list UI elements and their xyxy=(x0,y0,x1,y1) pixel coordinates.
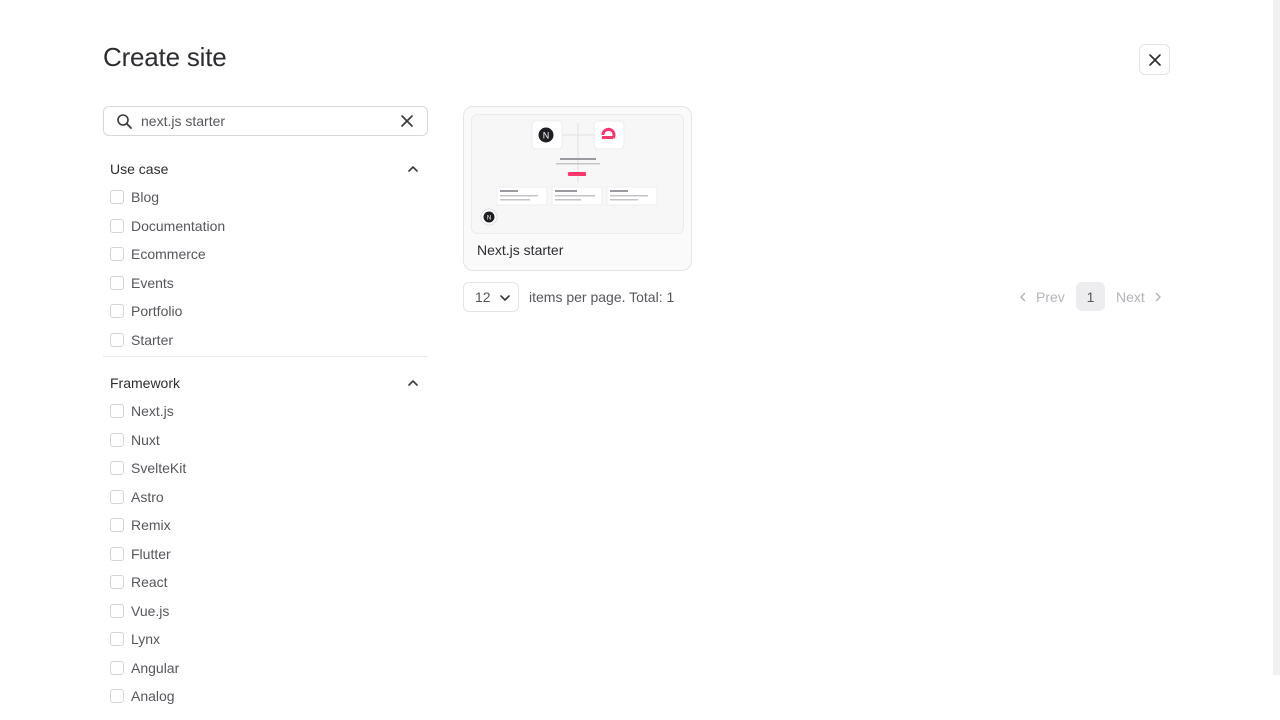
framework-option-remix[interactable]: Remix xyxy=(103,511,428,540)
option-label: SvelteKit xyxy=(131,460,187,477)
scrollbar[interactable] xyxy=(1273,0,1280,675)
framework-option-react[interactable]: React xyxy=(103,568,428,597)
checkbox[interactable] xyxy=(110,332,124,347)
search-input[interactable] xyxy=(141,107,391,135)
option-label: Portfolio xyxy=(131,303,183,320)
option-label: Events xyxy=(131,274,174,291)
checkbox[interactable] xyxy=(110,218,124,233)
template-preview-image: N N xyxy=(472,115,683,233)
prev-label: Prev xyxy=(1036,289,1065,305)
search-box xyxy=(103,106,428,136)
use-case-option-events[interactable]: Events xyxy=(103,269,428,298)
checkbox[interactable] xyxy=(110,461,124,476)
chevron-down-icon xyxy=(500,295,510,301)
option-label: Starter xyxy=(131,331,174,348)
template-thumbnail: N N xyxy=(471,114,684,234)
framework-option-sveltekit[interactable]: SvelteKit xyxy=(103,454,428,483)
checkbox[interactable] xyxy=(110,603,124,618)
checkbox[interactable] xyxy=(110,632,124,647)
prev-page-button[interactable]: Prev xyxy=(1018,282,1065,312)
per-page-summary: items per page. Total: 1 xyxy=(529,289,675,305)
option-label: React xyxy=(131,574,168,591)
next-page-button[interactable]: Next xyxy=(1116,282,1163,312)
framework-option-nuxt[interactable]: Nuxt xyxy=(103,426,428,455)
framework-option-angular[interactable]: Angular xyxy=(103,654,428,683)
option-label: Astro xyxy=(131,488,164,505)
checkbox[interactable] xyxy=(110,546,124,561)
framework-option-analog[interactable]: Analog xyxy=(103,682,428,711)
checkbox[interactable] xyxy=(110,432,124,447)
close-icon xyxy=(1148,53,1161,66)
checkbox[interactable] xyxy=(110,404,124,419)
page-number-button[interactable]: 1 xyxy=(1076,282,1105,311)
checkbox[interactable] xyxy=(110,660,124,675)
framework-title: Framework xyxy=(110,375,181,391)
chevron-right-icon xyxy=(1155,292,1161,302)
option-label: Analog xyxy=(131,688,175,705)
framework-option-flutter[interactable]: Flutter xyxy=(103,540,428,569)
use-case-option-portfolio[interactable]: Portfolio xyxy=(103,297,428,326)
chevron-left-icon xyxy=(1020,292,1026,302)
framework-option-astro[interactable]: Astro xyxy=(103,483,428,512)
checkbox[interactable] xyxy=(110,247,124,262)
chevron-up-icon xyxy=(408,166,418,172)
framework-option-lynx[interactable]: Lynx xyxy=(103,625,428,654)
use-case-option-documentation[interactable]: Documentation xyxy=(103,212,428,241)
checkbox[interactable] xyxy=(110,275,124,290)
framework-filter: Framework Next.js Nuxt SvelteKit Astro R… xyxy=(103,369,428,711)
use-case-option-blog[interactable]: Blog xyxy=(103,183,428,212)
checkbox[interactable] xyxy=(110,689,124,704)
framework-option-nextjs[interactable]: Next.js xyxy=(103,397,428,426)
checkbox[interactable] xyxy=(110,575,124,590)
use-case-option-ecommerce[interactable]: Ecommerce xyxy=(103,240,428,269)
option-label: Blog xyxy=(131,189,160,206)
use-case-title: Use case xyxy=(110,161,169,177)
close-button[interactable] xyxy=(1139,44,1170,75)
option-label: Vue.js xyxy=(131,602,170,619)
section-divider xyxy=(103,356,428,357)
option-label: Lynx xyxy=(131,631,161,648)
use-case-filter: Use case Blog Documentation Ecommerce Ev… xyxy=(103,155,428,357)
framework-option-vuejs[interactable]: Vue.js xyxy=(103,597,428,626)
option-label: Angular xyxy=(131,659,180,676)
option-label: Remix xyxy=(131,517,171,534)
use-case-option-starter[interactable]: Starter xyxy=(103,326,428,355)
option-label: Next.js xyxy=(131,403,174,420)
template-card[interactable]: N N Next.js starter xyxy=(463,106,692,271)
option-label: Documentation xyxy=(131,217,226,234)
svg-text:N: N xyxy=(487,216,491,222)
next-label: Next xyxy=(1116,289,1145,305)
option-label: Flutter xyxy=(131,545,171,562)
search-icon xyxy=(117,114,132,129)
option-label: Ecommerce xyxy=(131,246,206,263)
clear-search-icon[interactable] xyxy=(399,113,415,129)
template-card-title: Next.js starter xyxy=(477,242,564,258)
checkbox[interactable] xyxy=(110,304,124,319)
page-title: Create site xyxy=(103,42,227,72)
checkbox[interactable] xyxy=(110,518,124,533)
option-label: Nuxt xyxy=(131,431,160,448)
svg-text:N: N xyxy=(543,131,550,141)
per-page-value: 12 xyxy=(475,289,491,305)
checkbox[interactable] xyxy=(110,190,124,205)
per-page-select[interactable]: 12 xyxy=(463,282,519,312)
use-case-header[interactable]: Use case xyxy=(103,155,428,183)
framework-header[interactable]: Framework xyxy=(103,369,428,397)
chevron-up-icon xyxy=(408,380,418,386)
checkbox[interactable] xyxy=(110,489,124,504)
